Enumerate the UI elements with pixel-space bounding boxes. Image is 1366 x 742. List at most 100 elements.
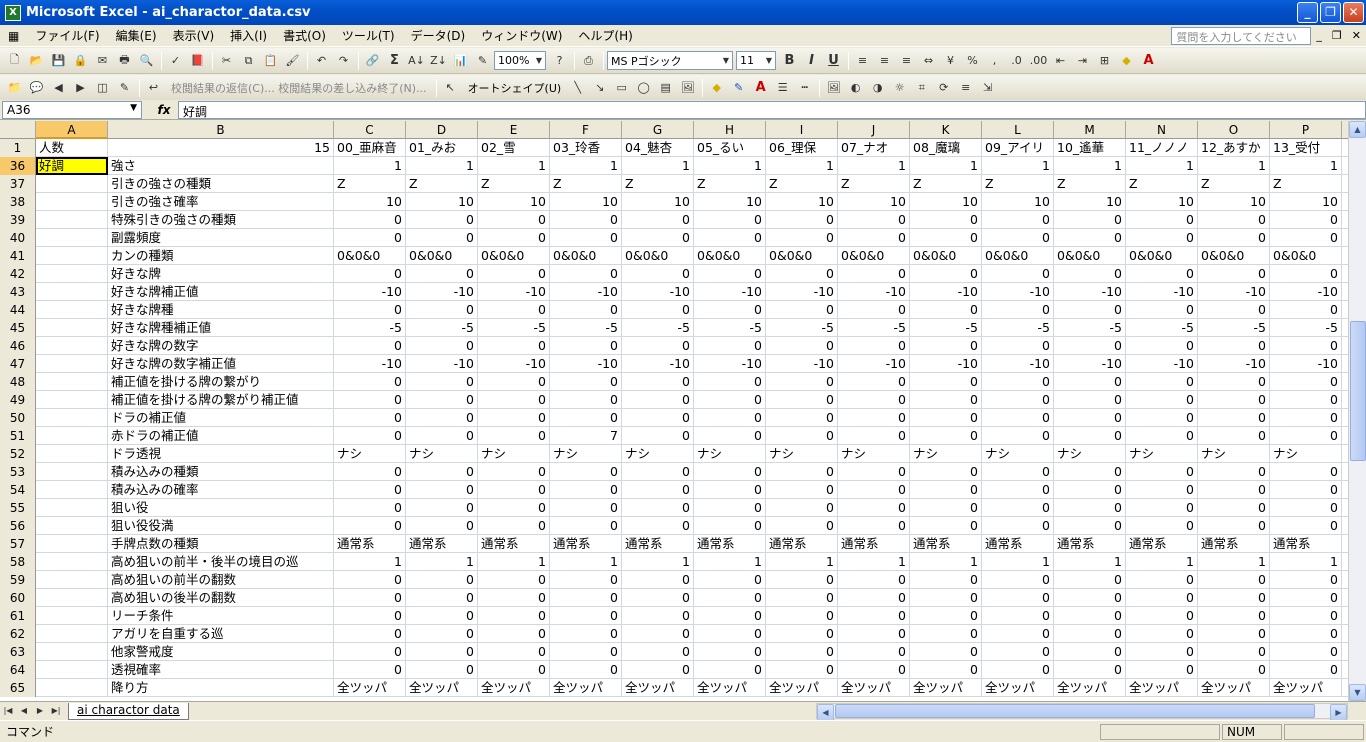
- line-style-icon[interactable]: ☰: [772, 77, 793, 98]
- cell[interactable]: 通常系: [910, 535, 982, 553]
- cell[interactable]: -5: [406, 319, 478, 337]
- cell[interactable]: 0: [550, 607, 622, 625]
- cell[interactable]: 0: [766, 301, 838, 319]
- row-header[interactable]: 59: [0, 571, 36, 589]
- cell[interactable]: 0: [478, 661, 550, 679]
- cell[interactable]: 0: [766, 643, 838, 661]
- cell[interactable]: 1: [1054, 157, 1126, 175]
- cell[interactable]: -10: [622, 283, 694, 301]
- cell-a[interactable]: [36, 679, 108, 697]
- cell[interactable]: 0: [478, 463, 550, 481]
- column-header-m[interactable]: M: [1054, 121, 1126, 139]
- cell[interactable]: -5: [982, 319, 1054, 337]
- cell[interactable]: 0: [1270, 463, 1342, 481]
- cell[interactable]: 0: [1126, 265, 1198, 283]
- cell-a[interactable]: [36, 211, 108, 229]
- cell[interactable]: 0: [694, 571, 766, 589]
- cell[interactable]: 0: [694, 229, 766, 247]
- percent-icon[interactable]: %: [962, 50, 983, 71]
- cell[interactable]: 0: [982, 625, 1054, 643]
- cell[interactable]: 0: [694, 265, 766, 283]
- cell[interactable]: 0: [982, 517, 1054, 535]
- cell[interactable]: 0: [406, 391, 478, 409]
- cell[interactable]: 0: [1270, 337, 1342, 355]
- cell[interactable]: 0: [406, 499, 478, 517]
- cell[interactable]: 0: [1198, 409, 1270, 427]
- cell[interactable]: Z: [766, 175, 838, 193]
- cell[interactable]: 0: [766, 589, 838, 607]
- cell[interactable]: 0: [838, 661, 910, 679]
- cell[interactable]: 0: [982, 499, 1054, 517]
- cell[interactable]: 0: [406, 427, 478, 445]
- cell[interactable]: Z: [694, 175, 766, 193]
- cell[interactable]: 0: [406, 607, 478, 625]
- cell[interactable]: 0: [766, 337, 838, 355]
- cell[interactable]: 0: [550, 661, 622, 679]
- cell[interactable]: ナシ: [982, 445, 1054, 463]
- cell[interactable]: 0: [1126, 589, 1198, 607]
- increase-decimal-icon[interactable]: .0: [1006, 50, 1027, 71]
- cell[interactable]: 0: [550, 409, 622, 427]
- menu-insert[interactable]: 挿入(I): [222, 27, 275, 44]
- cell[interactable]: 0: [334, 481, 406, 499]
- cell-b[interactable]: 透視確率: [108, 661, 334, 679]
- cell[interactable]: 0: [622, 643, 694, 661]
- cell[interactable]: -10: [478, 283, 550, 301]
- cell[interactable]: 09_アイリ: [982, 139, 1054, 157]
- column-header-f[interactable]: F: [550, 121, 622, 139]
- cell[interactable]: 通常系: [1198, 535, 1270, 553]
- cell[interactable]: 0: [1126, 499, 1198, 517]
- cell[interactable]: 0: [622, 607, 694, 625]
- cell[interactable]: 0: [1126, 337, 1198, 355]
- cell[interactable]: 0: [1270, 607, 1342, 625]
- cell[interactable]: 全ツッパ: [838, 679, 910, 697]
- cell[interactable]: 04_魅杏: [622, 139, 694, 157]
- menu-data[interactable]: データ(D): [403, 27, 474, 44]
- cell[interactable]: Z: [406, 175, 478, 193]
- cell[interactable]: 0: [838, 229, 910, 247]
- cell-b[interactable]: 補正値を掛ける牌の繋がり補正値: [108, 391, 334, 409]
- cell[interactable]: 0: [334, 391, 406, 409]
- cell[interactable]: -10: [1270, 355, 1342, 373]
- cell[interactable]: -10: [478, 355, 550, 373]
- cell[interactable]: 0: [1126, 481, 1198, 499]
- cell[interactable]: -10: [982, 283, 1054, 301]
- row-header[interactable]: 50: [0, 409, 36, 427]
- column-header-k[interactable]: K: [910, 121, 982, 139]
- cell[interactable]: 0: [838, 391, 910, 409]
- cell[interactable]: 10: [694, 193, 766, 211]
- column-header-b[interactable]: B: [108, 121, 334, 139]
- cell[interactable]: 1: [766, 553, 838, 571]
- cell-b[interactable]: 好きな牌種補正値: [108, 319, 334, 337]
- cell[interactable]: 通常系: [1054, 535, 1126, 553]
- cell[interactable]: 0: [550, 373, 622, 391]
- cell[interactable]: 0: [1054, 589, 1126, 607]
- hyperlink-icon[interactable]: 🔗: [362, 50, 383, 71]
- cell[interactable]: -10: [334, 283, 406, 301]
- cell[interactable]: 0: [838, 571, 910, 589]
- cell-b[interactable]: ドラの補正値: [108, 409, 334, 427]
- cell[interactable]: 0: [694, 211, 766, 229]
- cell[interactable]: 0: [838, 301, 910, 319]
- cell[interactable]: 0: [694, 427, 766, 445]
- cell-a[interactable]: [36, 391, 108, 409]
- cell[interactable]: 0: [334, 229, 406, 247]
- row-header[interactable]: 52: [0, 445, 36, 463]
- cell-a[interactable]: [36, 265, 108, 283]
- cell[interactable]: 0: [334, 661, 406, 679]
- cell[interactable]: 0: [334, 463, 406, 481]
- cell[interactable]: 0: [1126, 463, 1198, 481]
- insert-function-icon[interactable]: fx: [150, 103, 178, 117]
- cell[interactable]: 0: [838, 481, 910, 499]
- cell[interactable]: 1: [1270, 157, 1342, 175]
- show-comment-icon[interactable]: ◫: [92, 77, 113, 98]
- cell[interactable]: -5: [910, 319, 982, 337]
- cell[interactable]: -10: [1198, 355, 1270, 373]
- cell[interactable]: 0: [1054, 625, 1126, 643]
- cell[interactable]: 0: [910, 391, 982, 409]
- cell[interactable]: 0: [1198, 589, 1270, 607]
- select-objects-icon[interactable]: ↖: [440, 77, 461, 98]
- sort-ascending-icon[interactable]: A↓: [406, 50, 427, 71]
- cell[interactable]: 02_雪: [478, 139, 550, 157]
- cell[interactable]: 0: [334, 589, 406, 607]
